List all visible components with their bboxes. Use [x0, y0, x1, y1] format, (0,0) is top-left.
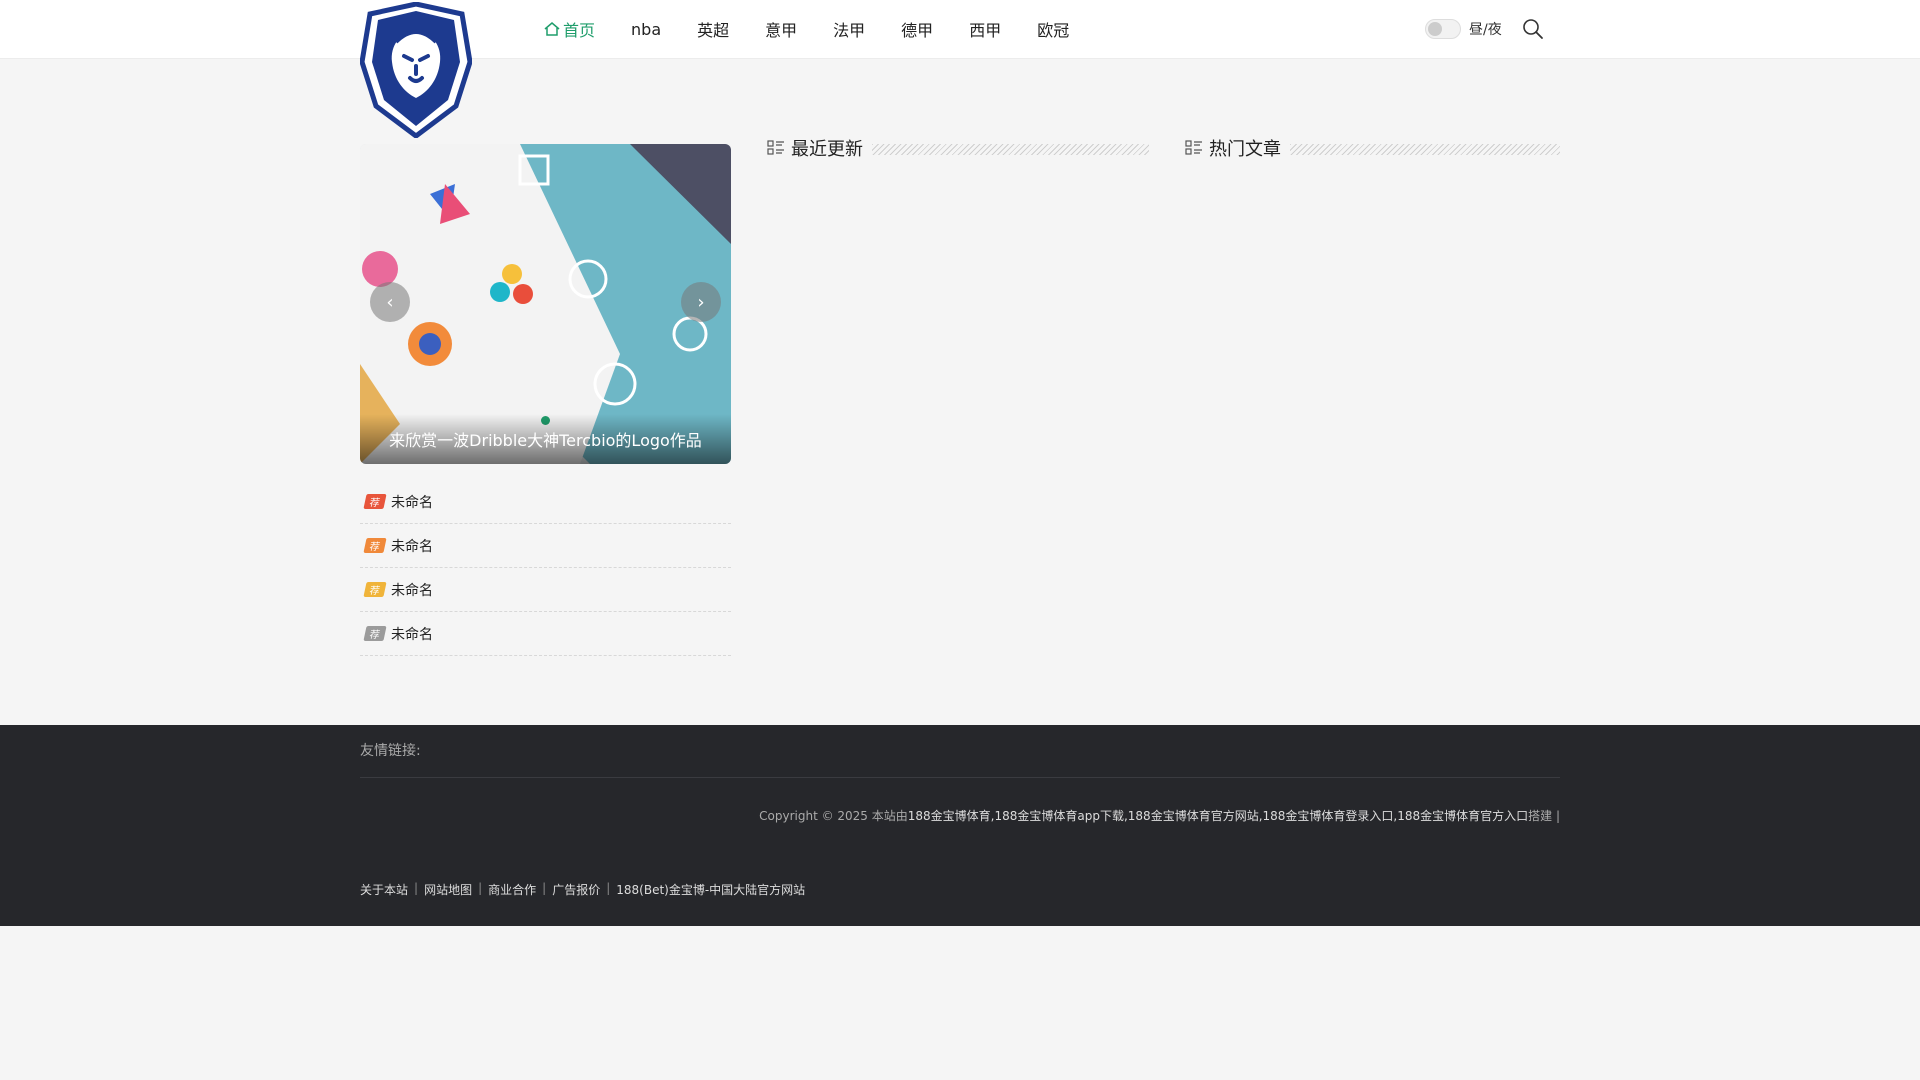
lion-logo[interactable] — [360, 2, 472, 138]
toggle-knob — [1428, 22, 1442, 36]
nav-item-nba[interactable]: nba — [631, 20, 661, 39]
list-icon — [767, 140, 784, 155]
list-item-title: 未命名 — [391, 494, 433, 511]
copyright: Copyright © 2025 本站由188金宝博体育,188金宝博体育app… — [759, 807, 1560, 824]
nav-label: 欧冠 — [1037, 21, 1070, 40]
nav-item-ligue-1[interactable]: 法甲 — [833, 17, 865, 41]
featured-slider[interactable]: ‹ › 来欣赏一波Dribble大神Tercbio的Logo作品 — [360, 144, 731, 464]
slider-next-button[interactable]: › — [681, 282, 721, 322]
list-item-title: 未命名 — [391, 626, 433, 643]
recommend-badge: 荐 — [363, 626, 387, 641]
nav-item-home[interactable]: 首页 — [543, 17, 595, 41]
nav-item-bundesliga[interactable]: 德甲 — [901, 17, 933, 41]
nav-label: nba — [631, 19, 662, 39]
nav-item-la-liga[interactable]: 西甲 — [969, 17, 1001, 41]
home-icon — [544, 22, 560, 36]
copyright-suffix: 搭建 | — [1528, 809, 1560, 823]
slider-caption[interactable]: 来欣赏一波Dribble大神Tercbio的Logo作品 — [360, 414, 731, 464]
nav-label: 西甲 — [969, 21, 1002, 40]
site-footer: 友情链接: Copyright © 2025 本站由188金宝博体育,188金宝… — [0, 725, 1920, 926]
list-item-title: 未命名 — [391, 538, 433, 555]
recommend-badge: 荐 — [363, 582, 387, 597]
list-item[interactable]: 荐 未命名 — [360, 568, 731, 612]
copyright-prefix: Copyright © 2025 本站由 — [759, 809, 908, 823]
theme-toggle[interactable] — [1425, 19, 1461, 39]
list-item[interactable]: 荐 未命名 — [360, 612, 731, 656]
footer-divider — [360, 777, 1560, 778]
theme-label: 昼/夜 — [1469, 22, 1502, 38]
chevron-right-icon: › — [697, 291, 705, 313]
nav-label: 法甲 — [833, 21, 866, 40]
header-tools: 昼/夜 — [1425, 0, 1544, 58]
recommend-badge: 荐 — [363, 538, 387, 553]
recommended-list: 荐 未命名 荐 未命名 荐 未命名 荐 未命名 — [360, 480, 731, 656]
site-header: 首页 nba 英超 意甲 法甲 德甲 西甲 欧冠 昼/夜 — [0, 0, 1920, 138]
list-item[interactable]: 荐 未命名 — [360, 524, 731, 568]
nav-label: 首页 — [563, 21, 596, 40]
separator: | — [414, 881, 419, 895]
list-item[interactable]: 荐 未命名 — [360, 480, 731, 524]
list-item-title: 未命名 — [391, 582, 433, 599]
footer-links: 关于本站 | 网站地图 | 商业合作 | 广告报价 | 188(Bet)金宝博-… — [360, 881, 805, 898]
nav-label: 英超 — [697, 21, 730, 40]
separator: | — [606, 881, 611, 895]
section-divider — [1290, 144, 1560, 155]
footer-link-sitemap[interactable]: 网站地图 — [424, 881, 472, 898]
recent-updates-heading: 最近更新 — [767, 135, 863, 161]
footer-link-ads[interactable]: 广告报价 — [552, 881, 600, 898]
slider-prev-button[interactable]: ‹ — [370, 282, 410, 322]
nav-label: 意甲 — [765, 21, 798, 40]
popular-articles-heading: 热门文章 — [1185, 135, 1281, 161]
section-title: 热门文章 — [1209, 139, 1281, 160]
chevron-left-icon: ‹ — [386, 291, 394, 313]
separator: | — [542, 881, 547, 895]
footer-link-about[interactable]: 关于本站 — [360, 881, 408, 898]
section-divider — [872, 144, 1149, 155]
copyright-brand-link[interactable]: 188金宝博体育,188金宝博体育app下载,188金宝博体育官方网站,188金… — [908, 809, 1528, 823]
nav-item-serie-a[interactable]: 意甲 — [765, 17, 797, 41]
nav-label: 德甲 — [901, 21, 934, 40]
section-title: 最近更新 — [791, 139, 863, 160]
separator: | — [478, 881, 483, 895]
recommend-badge: 荐 — [363, 494, 387, 509]
main-nav: 首页 nba 英超 意甲 法甲 德甲 西甲 欧冠 — [543, 0, 1105, 58]
nav-item-premier-league[interactable]: 英超 — [697, 17, 729, 41]
list-icon — [1185, 140, 1202, 155]
search-icon[interactable] — [1522, 18, 1544, 40]
footer-link-official[interactable]: 188(Bet)金宝博-中国大陆官方网站 — [616, 881, 805, 898]
footer-link-business[interactable]: 商业合作 — [488, 881, 536, 898]
friend-links-label: 友情链接: — [360, 743, 421, 759]
nav-item-champions-league[interactable]: 欧冠 — [1037, 17, 1069, 41]
